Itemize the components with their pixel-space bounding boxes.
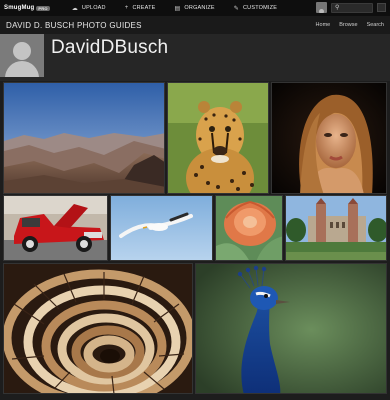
avatar-head-shape xyxy=(13,42,31,60)
nav-browse[interactable]: Browse xyxy=(339,22,357,28)
peacock-image xyxy=(196,264,386,393)
avatar-head xyxy=(319,9,324,13)
create-label: CREATE xyxy=(132,5,156,11)
smugmug-logo[interactable]: SmugMug PRO xyxy=(4,5,50,11)
site-header: DAVID D. BUSCH PHOTO GUIDES Home Browse … xyxy=(0,16,390,34)
profile-header: DavidDBusch xyxy=(0,34,390,81)
profile-avatar[interactable] xyxy=(0,34,44,77)
palace-image xyxy=(286,196,386,260)
site-nav: Home Browse Search xyxy=(316,22,384,28)
menu-button[interactable] xyxy=(377,3,386,12)
organize-label: ORGANIZE xyxy=(184,5,215,11)
search-input[interactable]: ⚲ xyxy=(331,2,373,13)
photo-palace[interactable] xyxy=(285,195,387,261)
photo-spiral-staircase[interactable] xyxy=(3,263,193,394)
search-icon: ⚲ xyxy=(335,5,340,11)
organize-button[interactable]: ▤ ORGANIZE xyxy=(175,5,215,12)
top-bar-right: ⚲ xyxy=(316,2,386,13)
photo-grand-canyon[interactable] xyxy=(3,82,165,194)
woman-portrait-image xyxy=(272,83,386,193)
site-title[interactable]: DAVID D. BUSCH PHOTO GUIDES xyxy=(6,21,142,30)
photo-red-classic-car[interactable] xyxy=(3,195,108,261)
cloud-upload-icon: ☁ xyxy=(71,5,78,12)
top-bar: SmugMug PRO ☁ UPLOAD + CREATE ▤ ORGANIZE… xyxy=(0,0,390,16)
account-avatar[interactable] xyxy=(316,2,327,13)
seagull-image xyxy=(111,196,212,260)
succulent-image xyxy=(216,196,282,260)
create-button[interactable]: + CREATE xyxy=(125,5,156,12)
photo-seagull[interactable] xyxy=(110,195,213,261)
photo-cheetah[interactable] xyxy=(167,82,269,194)
folder-icon: ▤ xyxy=(174,5,181,12)
spiral-staircase-image xyxy=(4,264,192,393)
top-nav: ☁ UPLOAD + CREATE ▤ ORGANIZE ✎ CUSTOMIZE xyxy=(72,5,277,12)
photo-succulent[interactable] xyxy=(215,195,283,261)
nav-home[interactable]: Home xyxy=(316,22,331,28)
paintbrush-icon: ✎ xyxy=(233,5,239,12)
customize-button[interactable]: ✎ CUSTOMIZE xyxy=(234,5,277,12)
upload-button[interactable]: ☁ UPLOAD xyxy=(72,5,106,12)
red-car-image xyxy=(4,196,107,260)
cheetah-image xyxy=(168,83,268,193)
photo-peacock[interactable] xyxy=(195,263,387,394)
logo-text: SmugMug xyxy=(4,5,35,11)
plus-icon: + xyxy=(124,5,129,11)
photo-woman-portrait[interactable] xyxy=(271,82,387,194)
profile-name: DavidDBusch xyxy=(51,37,169,58)
grand-canyon-image xyxy=(4,83,164,193)
pro-badge: PRO xyxy=(36,5,50,11)
upload-label: UPLOAD xyxy=(81,5,106,11)
nav-search[interactable]: Search xyxy=(367,22,384,28)
avatar-body-shape xyxy=(5,61,39,77)
customize-label: CUSTOMIZE xyxy=(242,5,278,11)
